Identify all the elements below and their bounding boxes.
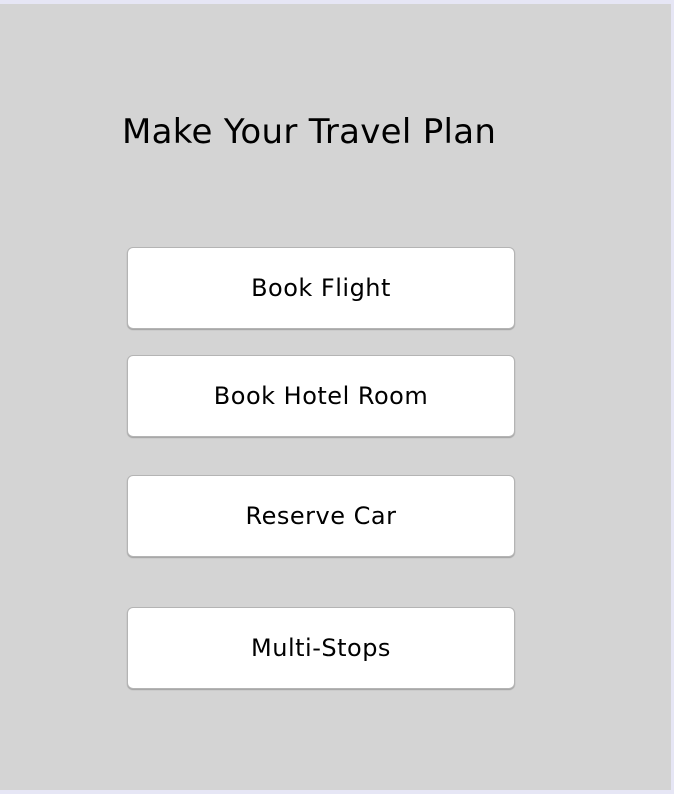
multi-stops-button[interactable]: Multi-Stops [127,607,515,689]
app-window: Make Your Travel Plan Book Flight Book H… [0,4,671,790]
book-flight-button[interactable]: Book Flight [127,247,515,329]
book-hotel-room-button[interactable]: Book Hotel Room [127,355,515,437]
reserve-car-button[interactable]: Reserve Car [127,475,515,557]
page-title: Make Your Travel Plan [122,112,497,152]
